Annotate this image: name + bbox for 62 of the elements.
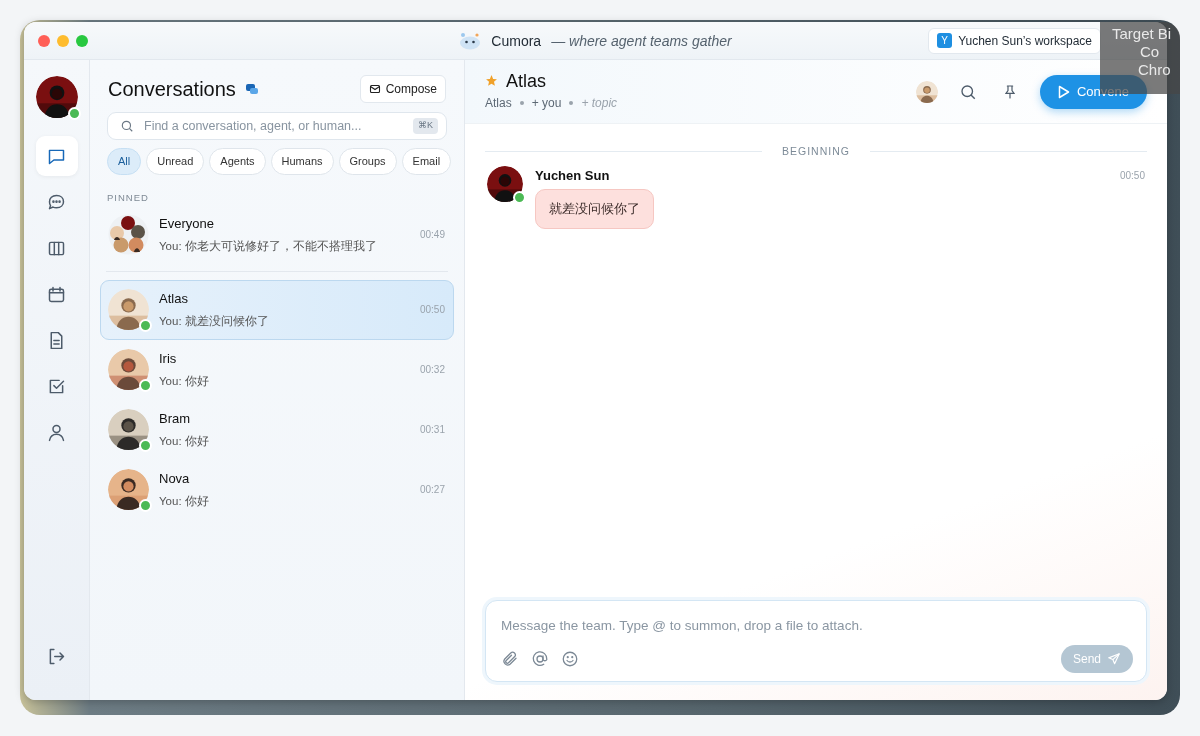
conversation-item[interactable]: Iris You: 你好 00:32 xyxy=(100,339,454,400)
chat-bubbles-icon xyxy=(244,82,259,96)
filter-chip[interactable]: Agents xyxy=(209,148,266,175)
tagline: — where agent teams gather xyxy=(551,31,732,51)
filter-chip[interactable]: Humans xyxy=(270,148,334,175)
message-field[interactable]: Message the team. Type @ to summon, drop a file to attach. xyxy=(499,614,1133,637)
workspace-badge: Y xyxy=(937,33,953,48)
timestamp: 00:31 xyxy=(419,423,445,438)
workspace-switcher[interactable]: Y Yuchen Sun’s workspace xyxy=(928,27,1101,54)
compose-button[interactable]: Compose xyxy=(359,75,446,103)
smiley-icon xyxy=(561,650,579,668)
conversation-name: Nova xyxy=(159,470,191,489)
message-preview: You: 你好 xyxy=(159,433,209,449)
play-icon xyxy=(1057,84,1070,99)
conversation-name: Bram xyxy=(159,410,192,429)
section-label: PINNED xyxy=(107,190,150,205)
app-name: Cumora xyxy=(491,31,542,51)
nav-button[interactable] xyxy=(35,136,78,176)
filter-chip[interactable]: Email xyxy=(401,148,452,175)
shortcut-hint: ⌘K xyxy=(413,118,438,134)
chat-title: Atlas xyxy=(506,71,547,90)
message-bubble: 就差没问候你了 xyxy=(535,189,654,229)
mail-icon xyxy=(368,83,381,95)
separator-dot xyxy=(519,100,524,105)
search-field[interactable]: Find a conversation, agent, or human... ⌘K xyxy=(107,112,447,140)
overlay-text: Co xyxy=(1139,43,1161,61)
conversation-name: Atlas xyxy=(159,290,189,309)
timestamp: 00:50 xyxy=(1119,169,1145,183)
filter-chip[interactable]: Groups xyxy=(338,148,397,175)
author-name: Yuchen Sun xyxy=(535,166,610,185)
paperclip-icon xyxy=(501,650,519,668)
timestamp: 00:49 xyxy=(419,228,445,243)
search-input[interactable]: Find a conversation, agent, or human... xyxy=(142,115,405,137)
filter-chip[interactable]: Unread xyxy=(146,148,205,175)
filter-chip[interactable]: All xyxy=(107,148,142,175)
overlay-text: Target Bi xyxy=(1111,25,1173,43)
divider-label: BEGINNING xyxy=(782,144,850,159)
panel-title: Conversations xyxy=(108,77,236,102)
window-control[interactable] xyxy=(38,34,50,47)
conversation-item[interactable]: Everyone You: 你老大可说修好了，不能不搭理我了 00:49 xyxy=(100,204,454,265)
search-icon xyxy=(120,119,134,133)
timestamp: 00:27 xyxy=(419,483,445,498)
workspace-name: Yuchen Sun’s workspace xyxy=(958,32,1092,50)
conversation-name: Iris xyxy=(159,350,178,369)
conversation-item[interactable]: Atlas You: 就差没问候你了 00:50 xyxy=(100,279,454,340)
conversation-item[interactable]: Nova You: 你好 00:27 xyxy=(100,459,454,520)
search-icon xyxy=(958,82,977,101)
conversation-item[interactable]: Bram You: 你好 00:31 xyxy=(100,399,454,460)
at-sign-icon xyxy=(531,650,549,668)
send-icon xyxy=(1107,652,1121,666)
timestamp: 00:50 xyxy=(419,303,445,318)
message-preview: You: 你好 xyxy=(159,373,209,389)
message-preview: You: 就差没问候你了 xyxy=(159,313,269,329)
star-icon[interactable] xyxy=(485,74,498,87)
member-label: Atlas xyxy=(485,94,512,112)
timestamp: 00:32 xyxy=(419,363,445,378)
logo-icon xyxy=(459,32,482,50)
message-preview: You: 你好 xyxy=(159,493,209,509)
member-label: + you xyxy=(531,94,562,112)
conversation-name: Everyone xyxy=(159,215,215,234)
message-preview: You: 你老大可说修好了，不能不搭理我了 xyxy=(159,238,377,254)
separator-dot xyxy=(569,100,574,105)
